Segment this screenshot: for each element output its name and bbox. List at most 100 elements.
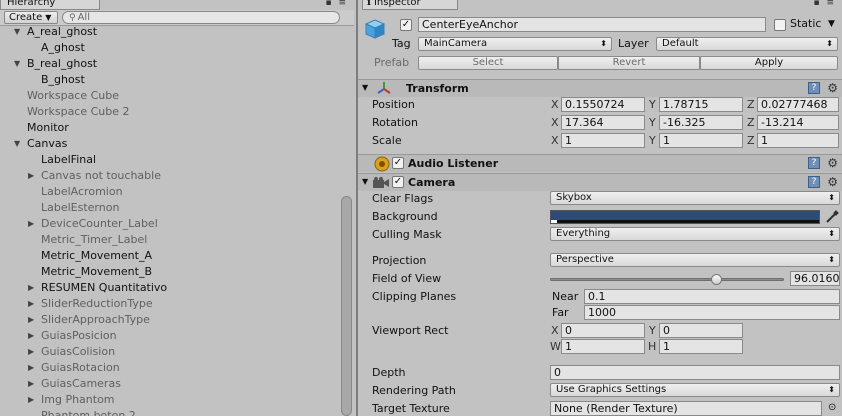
hierarchy-scrollbar[interactable]	[341, 196, 352, 416]
expanded-arrow-icon[interactable]: ▼	[14, 136, 24, 152]
hierarchy-item[interactable]: ▶ GuiasRotacion	[0, 360, 338, 376]
collapsed-arrow-icon[interactable]: ▶	[28, 392, 38, 408]
culling-mask-dropdown[interactable]: Everything ⬍	[550, 227, 840, 241]
viewport-rect-label: Viewport Rect	[372, 324, 449, 337]
expanded-arrow-icon[interactable]: ▼	[14, 56, 24, 72]
audio-listener-enabled-checkbox[interactable]: ✓	[392, 157, 404, 169]
hierarchy-item[interactable]: ▶ SliderReductionType	[0, 296, 338, 312]
hierarchy-list: ▼ A_real_ghost A_ghost ▼ B_real_ghost B_ghost…	[0, 24, 338, 416]
eyedropper-icon[interactable]	[824, 209, 840, 225]
target-texture-field[interactable]: None (Render Texture)	[550, 401, 822, 416]
tag-dropdown[interactable]: MainCamera ⬍	[418, 37, 612, 51]
hierarchy-item[interactable]: Phantom boton 2	[0, 408, 338, 416]
collapsed-arrow-icon[interactable]: ▶	[28, 360, 38, 376]
hierarchy-item[interactable]: LabelFinal	[0, 152, 338, 168]
collapsed-arrow-icon[interactable]: ▶	[28, 376, 38, 392]
collapsed-arrow-icon[interactable]: ▶	[28, 312, 38, 328]
search-icon: ⚲	[69, 13, 76, 23]
clear-flags-dropdown[interactable]: Skybox ⬍	[550, 191, 840, 205]
hierarchy-item[interactable]: LabelEsternon	[0, 200, 338, 216]
background-color-swatch[interactable]	[550, 210, 820, 224]
hierarchy-item[interactable]: ▼ Canvas	[0, 136, 338, 152]
rotation-x-field[interactable]: 17.364	[561, 115, 645, 130]
help-icon[interactable]: ?	[808, 82, 820, 94]
collapsed-arrow-icon[interactable]: ▶	[28, 328, 38, 344]
prefab-revert-button[interactable]: Revert	[558, 56, 700, 70]
hierarchy-item[interactable]: Metric_Timer_Label	[0, 232, 338, 248]
hierarchy-item[interactable]: ▶ Img Phantom	[0, 392, 338, 408]
hierarchy-item[interactable]: ▶ DeviceCounter_Label	[0, 216, 338, 232]
position-label: Position	[372, 98, 415, 111]
prefab-select-button[interactable]: Select	[418, 56, 558, 70]
culling-mask-label: Culling Mask	[372, 228, 442, 241]
hierarchy-item[interactable]: ▶ RESUMEN Quantitativo	[0, 280, 338, 296]
scale-y-field[interactable]: 1	[659, 133, 743, 148]
create-button[interactable]: Create ▼	[4, 11, 58, 24]
scale-z-field[interactable]: 1	[757, 133, 839, 148]
gear-icon[interactable]: ⚙	[827, 156, 838, 170]
far-field[interactable]: 1000	[584, 305, 840, 320]
layer-dropdown[interactable]: Default ⬍	[656, 37, 838, 51]
collapsed-arrow-icon[interactable]: ▶	[28, 296, 38, 312]
hierarchy-tab-menu-icon[interactable]: ▪ ≡	[325, 0, 348, 8]
hierarchy-item[interactable]: B_ghost	[0, 72, 338, 88]
scale-x-field[interactable]: 1	[561, 133, 645, 148]
camera-header[interactable]: ▼ ✓ Camera ? ⚙	[358, 173, 842, 191]
field-of-view-slider[interactable]	[550, 274, 784, 285]
gameobject-name-field[interactable]: CenterEyeAnchor	[418, 17, 766, 32]
collapsed-arrow-icon[interactable]: ▶	[28, 168, 38, 184]
hierarchy-item[interactable]: ▶ GuiasPosicion	[0, 328, 338, 344]
hierarchy-item[interactable]: Monitor	[0, 120, 338, 136]
camera-title: Camera	[408, 176, 456, 189]
gameobject-active-checkbox[interactable]: ✓	[400, 19, 412, 31]
collapsed-arrow-icon[interactable]: ▶	[28, 344, 38, 360]
inspector-tab-menu-icon[interactable]: ▪ ≡	[813, 0, 836, 8]
help-icon[interactable]: ?	[808, 157, 820, 169]
depth-field[interactable]: 0	[550, 365, 840, 380]
hierarchy-item[interactable]: ▶ GuiasColision	[0, 344, 338, 360]
prefab-apply-button[interactable]: Apply	[700, 56, 838, 70]
hierarchy-item[interactable]: ▼ A_real_ghost	[0, 24, 338, 40]
camera-enabled-checkbox[interactable]: ✓	[392, 176, 404, 188]
expanded-arrow-icon[interactable]: ▼	[14, 24, 24, 40]
collapsed-arrow-icon[interactable]: ▶	[28, 280, 38, 296]
hierarchy-item[interactable]: ▼ B_real_ghost	[0, 56, 338, 72]
hierarchy-item[interactable]: ▶ Canvas not touchable	[0, 168, 338, 184]
static-checkbox[interactable]	[774, 19, 786, 31]
hierarchy-item[interactable]: Workspace Cube	[0, 88, 338, 104]
transform-header[interactable]: ▼ Transform ? ⚙	[358, 79, 842, 97]
hierarchy-tab[interactable]: Hierarchy	[0, 0, 100, 10]
viewport-x-field[interactable]: 0	[561, 323, 645, 338]
rotation-y-field[interactable]: -16.325	[659, 115, 743, 130]
hierarchy-item[interactable]: A_ghost	[0, 40, 338, 56]
hierarchy-item[interactable]: Metric_Movement_B	[0, 264, 338, 280]
viewport-w-field[interactable]: 1	[561, 339, 645, 354]
hierarchy-item[interactable]: ▶ GuiasCameras	[0, 376, 338, 392]
hierarchy-item[interactable]: Workspace Cube 2	[0, 104, 338, 120]
audio-listener-header[interactable]: ✓ Audio Listener ? ⚙	[358, 154, 842, 172]
rotation-z-field[interactable]: -13.214	[757, 115, 839, 130]
field-of-view-slider-thumb[interactable]	[710, 274, 722, 285]
viewport-h-field[interactable]: 1	[659, 339, 743, 354]
collapsed-arrow-icon[interactable]: ▶	[28, 216, 38, 232]
position-z-field[interactable]: 0.02777468	[757, 97, 839, 112]
help-icon[interactable]: ?	[808, 176, 820, 188]
object-picker-icon[interactable]: ⊙	[828, 401, 836, 415]
field-of-view-label: Field of View	[372, 272, 442, 285]
gear-icon[interactable]: ⚙	[827, 175, 838, 189]
hierarchy-item[interactable]: LabelAcromion	[0, 184, 338, 200]
projection-dropdown[interactable]: Perspective ⬍	[550, 253, 840, 267]
position-x-field[interactable]: 0.1550724	[561, 97, 645, 112]
hierarchy-item[interactable]: Metric_Movement_A	[0, 248, 338, 264]
rendering-path-dropdown[interactable]: Use Graphics Settings ⬍	[550, 383, 840, 397]
field-of-view-field[interactable]: 96.0160	[790, 271, 840, 286]
inspector-tab[interactable]: ℹ Inspector	[362, 0, 458, 10]
static-dropdown-icon[interactable]: ▼	[828, 17, 835, 31]
near-field[interactable]: 0.1	[584, 289, 840, 304]
hierarchy-item[interactable]: ▶ SliderApproachType	[0, 312, 338, 328]
gear-icon[interactable]: ⚙	[827, 81, 838, 95]
viewport-y-field[interactable]: 0	[659, 323, 743, 338]
hierarchy-search-input[interactable]: ⚲ All	[62, 11, 340, 24]
rendering-path-value: Use Graphics Settings	[556, 384, 667, 395]
position-y-field[interactable]: 1.78715	[659, 97, 743, 112]
